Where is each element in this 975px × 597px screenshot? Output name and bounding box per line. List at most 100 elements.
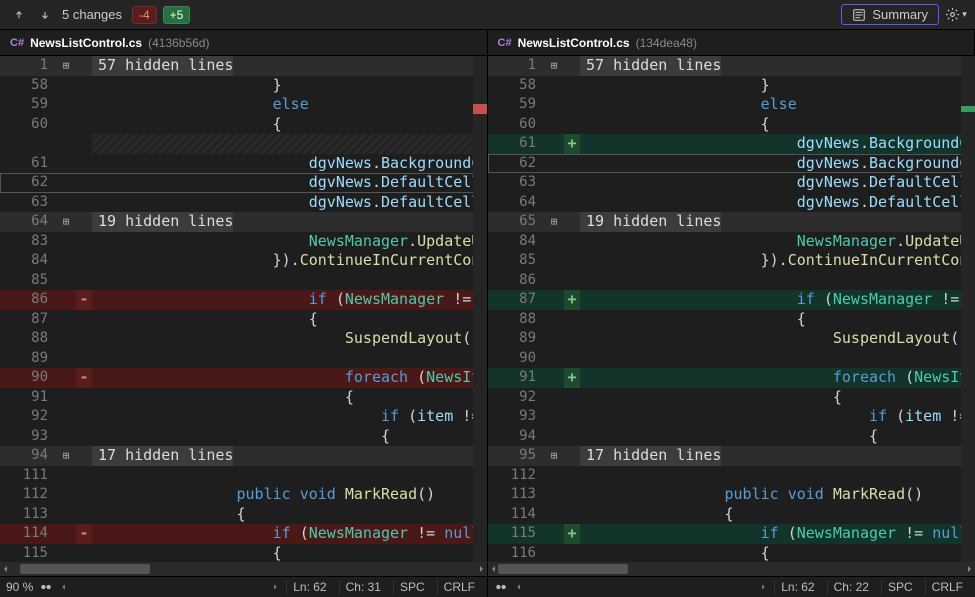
code-line[interactable]: 87 {	[0, 310, 487, 330]
code-line[interactable]: 90	[488, 349, 975, 369]
code-content: else	[580, 95, 975, 115]
left-ln[interactable]: Ln: 62	[286, 580, 332, 594]
code-line[interactable]: 84 NewsManager.UpdateUnrea	[488, 232, 975, 252]
code-line[interactable]: 85	[0, 271, 487, 291]
code-content: if (NewsManager != null	[92, 290, 487, 310]
code-line[interactable]: 91 {	[0, 388, 487, 408]
left-code[interactable]: 1⊞57 hidden lines58 }59 else60 { 61 dgvNe…	[0, 56, 487, 562]
fold-glyph	[56, 76, 76, 96]
code-line[interactable]: 85 }).ContinueInCurrentContex	[488, 251, 975, 271]
code-line[interactable]: 93 if (item != nu	[488, 407, 975, 427]
line-number: 84	[0, 251, 56, 271]
code-line[interactable]: 61+ dgvNews.BackgroundColo	[488, 134, 975, 154]
fold-glyph[interactable]: ⊞	[56, 446, 76, 466]
left-ws[interactable]: SPC	[393, 580, 431, 594]
right-code[interactable]: 1⊞57 hidden lines58 }59 else60 {61+ dgvN…	[488, 56, 975, 562]
code-line[interactable]: 58 }	[0, 76, 487, 96]
chevron-down-icon: ▾	[962, 9, 967, 20]
code-line[interactable]: 112	[488, 466, 975, 486]
code-line[interactable]: 111	[0, 466, 487, 486]
code-line[interactable]: 91+ foreach (NewsItem	[488, 368, 975, 388]
fold-glyph[interactable]: ⊞	[544, 56, 564, 76]
code-content: if (NewsManager != null && N	[92, 524, 487, 544]
code-line[interactable]: 1⊞57 hidden lines	[0, 56, 487, 76]
code-line[interactable]: 95⊞17 hidden lines	[488, 446, 975, 466]
code-line[interactable]: 64⊞19 hidden lines	[0, 212, 487, 232]
fold-glyph[interactable]: ⊞	[56, 56, 76, 76]
code-line[interactable]: 84 }).ContinueInCurrentContext(	[0, 251, 487, 271]
code-content: }).ContinueInCurrentContex	[580, 251, 975, 271]
zoom-level[interactable]: 90 %	[6, 580, 33, 594]
code-line[interactable]: 58 }	[488, 76, 975, 96]
code-line[interactable]: 64 dgvNews.DefaultCellSty	[488, 193, 975, 213]
diff-marker	[76, 427, 92, 447]
right-file-name: NewsListControl.cs	[518, 36, 630, 50]
right-file-tab[interactable]: C# NewsListControl.cs (134dea48)	[488, 30, 975, 55]
code-line[interactable]: 113 {	[0, 505, 487, 525]
fold-glyph	[56, 505, 76, 525]
diff-toolbar: 5 changes -4 +5 Summary ▾	[0, 0, 975, 30]
code-line[interactable]: 89	[0, 349, 487, 369]
code-content: SuspendLayout();	[580, 329, 975, 349]
code-line[interactable]: 114 {	[488, 505, 975, 525]
issues-icon[interactable]	[494, 580, 508, 594]
fold-glyph[interactable]: ⊞	[56, 212, 76, 232]
code-line[interactable]: 62 dgvNews.DefaultCellStyle	[0, 173, 487, 193]
code-line[interactable]: 1⊞57 hidden lines	[488, 56, 975, 76]
code-line[interactable]: 86- if (NewsManager != null	[0, 290, 487, 310]
code-line[interactable]: 60 {	[488, 115, 975, 135]
summary-button[interactable]: Summary	[841, 4, 939, 25]
code-line[interactable]: 94⊞17 hidden lines	[0, 446, 487, 466]
code-line[interactable]: 61 dgvNews.BackgroundColor	[0, 154, 487, 174]
issues-icon[interactable]	[39, 580, 53, 594]
code-line[interactable]: 88 SuspendLayout();	[0, 329, 487, 349]
code-line[interactable]: 86	[488, 271, 975, 291]
diff-marker	[564, 95, 580, 115]
code-line[interactable]: 92 if (item != null	[0, 407, 487, 427]
code-line[interactable]: 113 public void MarkRead()	[488, 485, 975, 505]
code-line[interactable]: 90- foreach (NewsItem it	[0, 368, 487, 388]
right-overview-ruler[interactable]	[961, 56, 975, 576]
settings-button[interactable]: ▾	[945, 7, 967, 22]
code-line[interactable]: 93 {	[0, 427, 487, 447]
code-line[interactable]: 115 {	[0, 544, 487, 563]
right-hscroll-thumb[interactable]	[498, 564, 628, 574]
code-line[interactable]: 94 {	[488, 427, 975, 447]
prev-change-button[interactable]	[8, 4, 30, 26]
code-line[interactable]: 59 else	[488, 95, 975, 115]
code-line[interactable]: 59 else	[0, 95, 487, 115]
right-eol[interactable]: CRLF	[925, 580, 969, 594]
right-ch[interactable]: Ch: 22	[827, 580, 875, 594]
scroll-right-icon	[963, 563, 975, 575]
code-line[interactable]: 60 {	[0, 115, 487, 135]
fold-glyph[interactable]: ⊞	[544, 446, 564, 466]
code-line[interactable]: 88 {	[488, 310, 975, 330]
code-line[interactable]: 87+ if (NewsManager != nul	[488, 290, 975, 310]
left-eol[interactable]: CRLF	[437, 580, 481, 594]
code-line[interactable]: 89 SuspendLayout();	[488, 329, 975, 349]
left-file-tab[interactable]: C# NewsListControl.cs (4136b56d)	[0, 30, 488, 55]
code-line[interactable]: 83 NewsManager.UpdateUnrea	[0, 232, 487, 252]
right-ws[interactable]: SPC	[881, 580, 919, 594]
fold-glyph	[56, 134, 76, 154]
code-line[interactable]: 116 {	[488, 544, 975, 563]
left-ch[interactable]: Ch: 31	[339, 580, 387, 594]
right-ln[interactable]: Ln: 62	[774, 580, 820, 594]
code-line[interactable]: 114- if (NewsManager != null && N	[0, 524, 487, 544]
code-content: }).ContinueInCurrentContext(	[92, 251, 487, 271]
right-hscroll[interactable]	[488, 562, 975, 576]
left-hscroll-thumb[interactable]	[20, 564, 150, 574]
code-line[interactable]: 92 {	[488, 388, 975, 408]
code-line[interactable]	[0, 134, 487, 154]
left-file-name: NewsListControl.cs	[30, 36, 142, 50]
next-change-button[interactable]	[34, 4, 56, 26]
left-hscroll[interactable]	[0, 562, 487, 576]
code-line[interactable]: 63 dgvNews.DefaultCellSty	[488, 173, 975, 193]
code-line[interactable]: 62 dgvNews.BackgroundColo	[488, 154, 975, 174]
fold-glyph[interactable]: ⊞	[544, 212, 564, 232]
code-line[interactable]: 115+ if (NewsManager != null &&	[488, 524, 975, 544]
left-overview-ruler[interactable]	[473, 56, 487, 576]
code-line[interactable]: 63 dgvNews.DefaultCellStyle	[0, 193, 487, 213]
code-line[interactable]: 65⊞19 hidden lines	[488, 212, 975, 232]
code-line[interactable]: 112 public void MarkRead()	[0, 485, 487, 505]
